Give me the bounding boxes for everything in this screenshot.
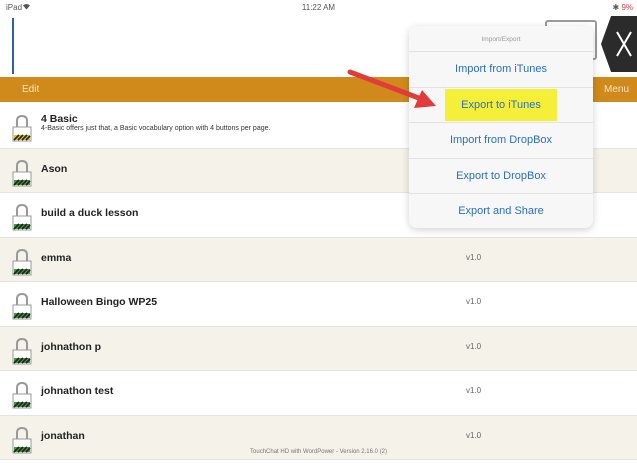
list-item-name: 4 Basic [41,113,78,125]
list-item-name: Ason [41,162,68,175]
list-item[interactable]: emma v1.0 [0,237,637,282]
menu-item-label: Export and Share [458,205,544,217]
battery-indicator: ✱ 9% [613,3,634,12]
list-item-name: Halloween Bingo WP25 [41,296,158,308]
list-item-name: johnathon p [41,340,102,353]
list-item-name: build a duck lesson [41,207,139,219]
menu-button[interactable]: Menu [604,84,629,95]
export-and-share-button[interactable]: Export and Share [409,194,593,228]
list-item-name: jonathan [41,429,85,442]
popover-title: Import/Export [409,26,593,52]
list-item-description: 4-Basic offers just that, a Basic vocabu… [41,125,271,132]
list-item[interactable]: Halloween Bingo WP25 v1.0 [0,282,637,327]
list-item-name: emma [41,251,72,264]
status-time: 11:22 AM [301,3,336,12]
menu-item-label: Import from iTunes [455,63,547,75]
menu-item-label: Export to iTunes [445,88,557,121]
clear-button[interactable] [601,16,637,72]
list-item-version: v1.0 [466,252,482,262]
import-from-dropbox-button[interactable]: Import from DropBox [409,123,593,159]
import-export-popover: Import/Export Import from iTunes Export … [409,26,593,228]
menu-item-label: Export to DropBox [456,169,546,182]
list-item-version: v1.0 [466,341,482,351]
menu-item-label: Import from DropBox [449,134,553,146]
lock-icon [12,159,32,186]
lock-icon [12,292,32,320]
export-to-dropbox-button[interactable]: Export to DropBox [409,159,593,194]
status-bar: iPad 11:22 AM ✱ 9% [0,0,637,14]
list-item-version: v1.0 [466,430,482,440]
version-footer: TouchChat HD with WordPower - Version 2.… [250,449,387,455]
lock-icon [12,248,32,275]
list-item[interactable]: johnathon test v1.0 [0,371,637,416]
list-item-version: v1.0 [466,297,482,306]
battery-percent: 9% [621,3,633,12]
list-item-name: johnathon test [41,385,114,397]
lock-icon [12,203,32,231]
lock-icon [12,381,32,409]
lock-icon [12,337,32,364]
list-item[interactable]: johnathon p v1.0 [0,326,637,371]
edit-button[interactable]: Edit [22,84,39,95]
red-arrow-icon [347,69,436,108]
list-item-version: v1.0 [466,386,482,395]
lock-icon [12,114,32,142]
x-icon [616,31,632,57]
